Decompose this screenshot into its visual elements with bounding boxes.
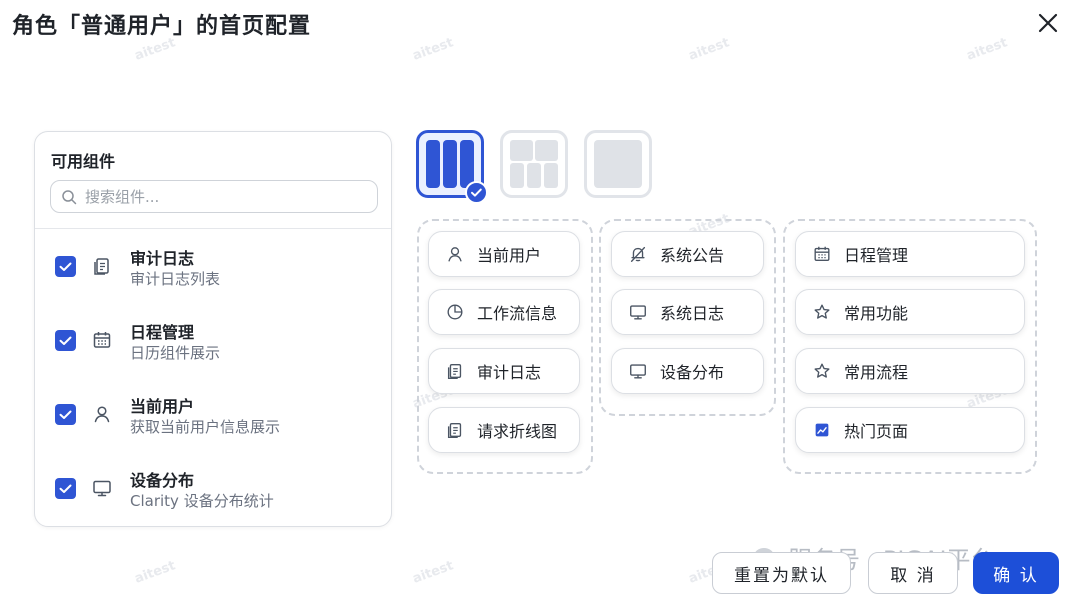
dialog-title: 角色「普通用户」的首页配置 (12, 14, 312, 39)
widget-card[interactable]: 日程管理 (795, 231, 1025, 277)
user-icon (448, 247, 462, 262)
component-item: 当前用户 获取当前用户信息展示 (35, 387, 391, 447)
monitor-icon (630, 364, 646, 379)
widget-card-label: 审计日志 (477, 363, 542, 382)
widget-card-label: 系统公告 (660, 246, 725, 265)
single-block-layout-icon (594, 140, 642, 188)
widget-card[interactable]: 常用流程 (795, 348, 1025, 394)
widget-card[interactable]: 系统日志 (611, 289, 764, 335)
divider (35, 228, 391, 229)
star-icon (814, 304, 830, 319)
confirm-button[interactable]: 确 认 (973, 552, 1059, 594)
panel-title: 可用组件 (51, 152, 116, 171)
widget-card-label: 系统日志 (660, 304, 725, 323)
component-name: 审计日志 (130, 249, 195, 268)
component-checkbox[interactable] (55, 404, 76, 425)
checkmark-icon (471, 188, 482, 197)
widget-card-label: 设备分布 (660, 363, 725, 382)
checkmark-icon (59, 484, 72, 493)
document-icon (94, 258, 109, 275)
widget-card[interactable]: 系统公告 (611, 231, 764, 277)
widget-card[interactable]: 审计日志 (428, 348, 580, 394)
close-icon (1038, 13, 1058, 33)
watermark: aitest (132, 558, 178, 587)
grid-layout-icon (510, 140, 558, 188)
component-description: 审计日志列表 (130, 270, 221, 288)
checkmark-icon (59, 336, 72, 345)
widget-card[interactable]: 当前用户 (428, 231, 580, 277)
widget-card-label: 工作流信息 (477, 304, 558, 323)
widget-card-label: 日程管理 (844, 246, 909, 265)
search-input[interactable] (85, 187, 365, 206)
component-description: Clarity 设备分布统计 (130, 492, 274, 510)
star-icon (814, 363, 830, 378)
widget-card[interactable]: 常用功能 (795, 289, 1025, 335)
close-button[interactable] (1034, 9, 1062, 37)
component-checkbox[interactable] (55, 256, 76, 277)
layout-option-single[interactable] (584, 130, 652, 198)
available-components-panel: 可用组件 审计日志 审计日志列表 日程管理 日历组件展示 当前用户 获取当前用户… (34, 131, 392, 527)
document-icon (447, 422, 462, 438)
component-description: 日历组件展示 (130, 344, 221, 362)
checkmark-icon (59, 410, 72, 419)
monitor-icon (93, 480, 111, 497)
calendar-icon (93, 332, 111, 348)
monitor-icon (630, 305, 646, 320)
widget-card-label: 热门页面 (844, 422, 909, 441)
cancel-button[interactable]: 取 消 (868, 552, 958, 594)
widget-card-label: 常用流程 (844, 363, 909, 382)
component-name: 设备分布 (130, 471, 195, 490)
pie-chart-icon (447, 304, 463, 320)
checkmark-icon (59, 262, 72, 271)
document-icon (447, 363, 462, 379)
bell-off-icon (630, 246, 646, 262)
component-description: 获取当前用户信息展示 (130, 418, 281, 436)
widget-card[interactable]: 热门页面 (795, 407, 1025, 453)
watermark: aitest (964, 35, 1010, 64)
watermark: aitest (410, 558, 456, 587)
layout-option-grid[interactable] (500, 130, 568, 198)
user-icon (94, 406, 110, 423)
component-checkbox[interactable] (55, 330, 76, 351)
component-item: 设备分布 Clarity 设备分布统计 (35, 461, 391, 521)
widget-card-label: 常用功能 (844, 304, 909, 323)
search-icon (62, 189, 77, 204)
widget-card[interactable]: 请求折线图 (428, 407, 580, 453)
watermark: aitest (686, 35, 732, 64)
component-name: 日程管理 (130, 323, 195, 342)
widget-card-label: 当前用户 (477, 246, 542, 265)
widget-card[interactable]: 工作流信息 (428, 289, 580, 335)
reset-default-button[interactable]: 重置为默认 (712, 552, 851, 594)
search-box[interactable] (50, 180, 378, 213)
component-name: 当前用户 (130, 397, 195, 416)
trend-chart-icon (815, 423, 829, 437)
selected-badge (465, 181, 488, 204)
watermark: aitest (410, 35, 456, 64)
component-item: 审计日志 审计日志列表 (35, 239, 391, 299)
widget-card[interactable]: 设备分布 (611, 348, 764, 394)
calendar-icon (814, 246, 830, 262)
widget-card-label: 请求折线图 (477, 422, 558, 441)
component-checkbox[interactable] (55, 478, 76, 499)
component-item: 日程管理 日历组件展示 (35, 313, 391, 373)
